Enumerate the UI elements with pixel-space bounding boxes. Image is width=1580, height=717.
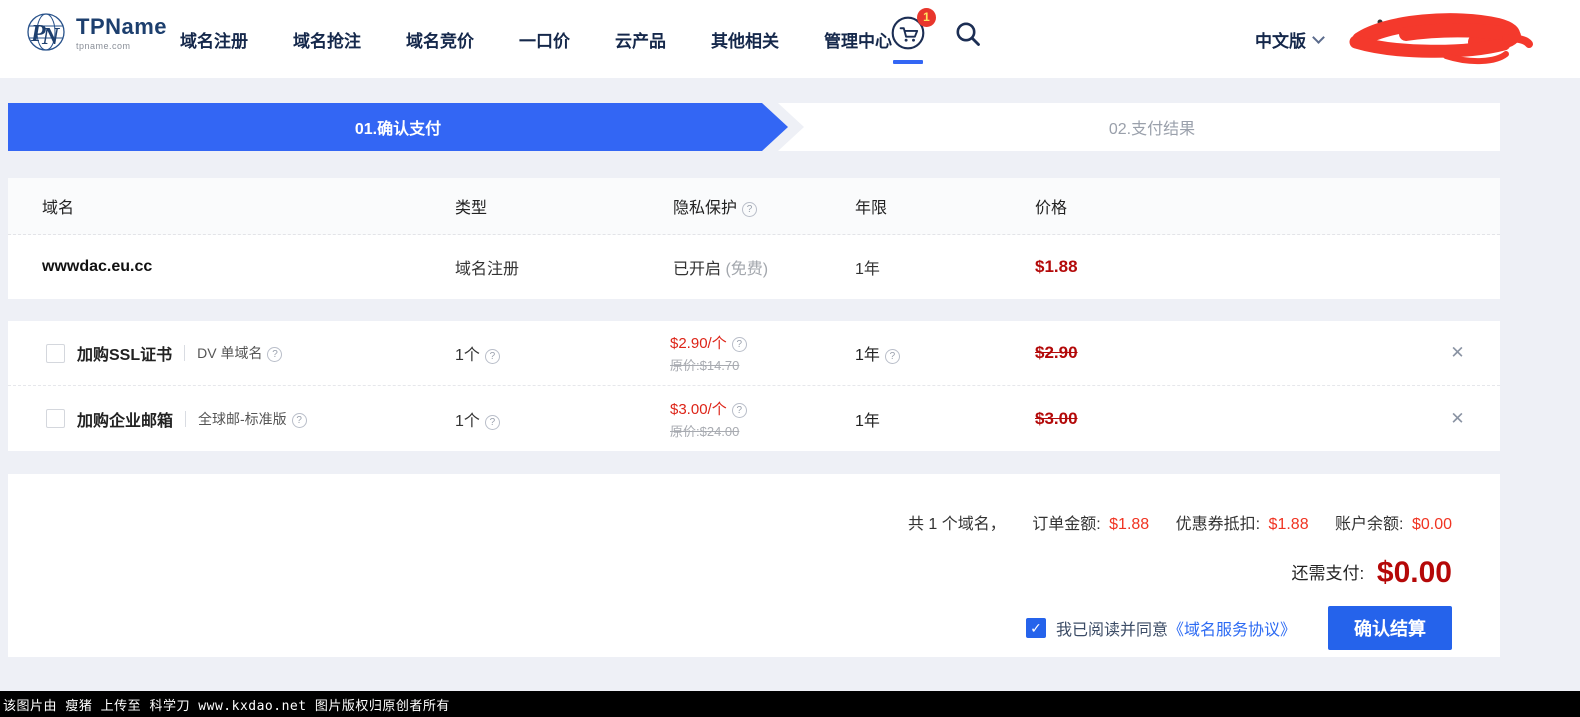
agreement-checkbox[interactable]: ✓ — [1025, 618, 1046, 638]
checkout-steps: 01.确认支付 02.支付结果 — [8, 103, 1500, 151]
language-label: 中文版 — [1255, 31, 1306, 51]
addon-price: $3.00 — [1035, 408, 1078, 428]
addon-price: $2.90 — [1035, 343, 1078, 362]
due-label: 还需支付: — [1291, 564, 1365, 583]
watermark-text: 该图片由 瘦猪 上传至 科学刀 www.kxdao.net 图片版权归原创者所有 — [3, 698, 450, 714]
step1-label: 01.确认支付 — [354, 121, 442, 138]
addon-ssl-checkbox[interactable] — [46, 343, 65, 363]
order-amount-label: 订单金额: — [1032, 516, 1101, 533]
brand-domain: tpname.com — [76, 40, 131, 51]
nav-item-management-center[interactable]: 管理中心 — [824, 27, 892, 52]
step-confirm-payment: 01.确认支付 — [8, 103, 788, 151]
privacy-note: (免费) — [725, 261, 769, 278]
addon-original-price: 原价:$14.70 — [670, 358, 740, 373]
nav-item-other[interactable]: 其他相关 — [711, 27, 779, 52]
summary-card: 共 1 个域名， 订单金额: $1.88 优惠券抵扣: $1.88 账户余额: … — [8, 474, 1500, 657]
globe-logo-icon: P N — [27, 13, 65, 51]
addon-title: 加购SSL证书 — [77, 347, 173, 364]
domain-count: 共 1 个域名， — [907, 516, 1006, 533]
due-line: 还需支付: $0.00 — [8, 556, 1452, 590]
check-icon: ✓ — [1030, 619, 1042, 636]
language-selector[interactable]: 中文版 — [1255, 0, 1325, 78]
order-type: 域名注册 — [455, 261, 520, 278]
divider — [185, 410, 187, 427]
due-amount: $0.00 — [1376, 556, 1452, 589]
help-icon[interactable]: ? — [731, 337, 747, 352]
addon-row-ssl: 加购SSL证书 DV 单域名? 1个? $2.90/个? 原价:$14.70 1… — [8, 321, 1500, 386]
balance-value: $0.00 — [1411, 516, 1452, 533]
header: P N TPName tpname.com 域名注册 域名抢注 域名竞价 一口价… — [0, 0, 1580, 78]
help-icon[interactable]: ? — [731, 402, 747, 418]
agreement-text: 我已阅读并同意《域名服务协议》 — [1055, 622, 1296, 639]
nav-item-domain-auction[interactable]: 域名竞价 — [406, 27, 474, 52]
search-button[interactable] — [952, 18, 984, 55]
addons-card: 加购SSL证书 DV 单域名? 1个? $2.90/个? 原价:$14.70 1… — [8, 321, 1500, 451]
addon-subtitle: DV 单域名? — [197, 343, 283, 363]
privacy-status: 已开启 (免费) — [673, 261, 769, 278]
cart-active-underline — [893, 60, 923, 64]
table-row: wwwdac.eu.cc 域名注册 已开启 (免费) 1年 $1.88 — [8, 235, 1500, 299]
order-years: 1年 — [855, 261, 880, 278]
nav-item-cloud-products[interactable]: 云产品 — [615, 27, 666, 52]
close-icon[interactable]: ✕ — [1415, 409, 1500, 429]
addon-qty: 1个? — [455, 407, 670, 431]
addon-unit-price: $2.90/个? — [670, 332, 855, 353]
addon-unit-price-block: $2.90/个? 原价:$14.70 — [670, 332, 855, 374]
addon-years: 1年 — [855, 412, 880, 430]
help-icon[interactable]: ? — [267, 347, 283, 362]
col-header-privacy: 隐私保护? — [673, 194, 855, 218]
main-nav: 域名注册 域名抢注 域名竞价 一口价 云产品 其他相关 管理中心 — [180, 0, 892, 78]
brand-logo[interactable]: P N TPName tpname.com — [22, 8, 167, 56]
summary-line: 共 1 个域名， 订单金额: $1.88 优惠券抵扣: $1.88 账户余额: … — [8, 474, 1452, 534]
nav-item-fixed-price[interactable]: 一口价 — [519, 27, 570, 52]
divider — [184, 345, 186, 361]
coupon-value: $1.88 — [1268, 516, 1309, 533]
col-header-years: 年限 — [855, 200, 888, 217]
addon-original-price: 原价:$24.00 — [670, 423, 740, 439]
addon-row-email: 加购企业邮箱 全球邮-标准版? 1个? $3.00/个? 原价:$24.00 1… — [8, 386, 1500, 451]
balance-label: 账户余额: — [1335, 516, 1404, 533]
col-header-domain: 域名 — [42, 200, 75, 217]
addon-subtitle: 全球邮-标准版? — [198, 409, 307, 429]
cart-button[interactable]: 1 — [888, 8, 936, 64]
agreement-line: ✓ 我已阅读并同意《域名服务协议》 确认结算 — [8, 606, 1452, 650]
help-icon[interactable]: ? — [484, 349, 500, 364]
help-icon[interactable]: ? — [291, 412, 307, 428]
search-icon — [956, 22, 980, 46]
confirm-checkout-button[interactable]: 确认结算 — [1328, 606, 1452, 650]
svg-text:N: N — [41, 24, 61, 50]
addon-qty: 1个? — [455, 341, 670, 365]
order-price: $1.88 — [1035, 257, 1078, 276]
nav-item-domain-backorder[interactable]: 域名抢注 — [293, 27, 361, 52]
addon-years: 1年? — [855, 341, 1035, 365]
domain-name: wwwdac.eu.cc — [42, 258, 153, 275]
step2-label: 02.支付结果 — [1108, 121, 1196, 138]
cart-badge: 1 — [917, 8, 936, 27]
addon-title: 加购企业邮箱 — [77, 412, 174, 430]
brand-name: TPName — [76, 13, 168, 39]
addon-email-checkbox[interactable] — [46, 409, 65, 428]
addon-unit-price: $3.00/个? — [670, 398, 855, 419]
chevron-down-icon — [1312, 30, 1325, 44]
help-icon[interactable]: ? — [484, 414, 500, 430]
redaction-scribble — [1349, 13, 1533, 65]
col-header-price: 价格 — [1035, 200, 1068, 217]
step-payment-result: 02.支付结果 — [804, 103, 1500, 151]
addon-unit-price-block: $3.00/个? 原价:$24.00 — [670, 398, 855, 440]
agreement-link[interactable]: 《域名服务协议》 — [1168, 622, 1296, 639]
col-header-type: 类型 — [455, 200, 488, 217]
nav-item-domain-register[interactable]: 域名注册 — [180, 27, 248, 52]
table-header-row: 域名 类型 隐私保护? 年限 价格 — [8, 178, 1500, 235]
close-icon[interactable]: ✕ — [1415, 343, 1500, 363]
coupon-label: 优惠券抵扣: — [1175, 516, 1261, 533]
order-table: 域名 类型 隐私保护? 年限 价格 wwwdac.eu.cc 域名注册 已开启 … — [8, 178, 1500, 299]
help-icon[interactable]: ? — [742, 202, 758, 217]
watermark-bar: 该图片由 瘦猪 上传至 科学刀 www.kxdao.net 图片版权归原创者所有 — [0, 691, 1580, 717]
help-icon[interactable]: ? — [884, 349, 900, 364]
order-amount-value: $1.88 — [1109, 516, 1150, 533]
